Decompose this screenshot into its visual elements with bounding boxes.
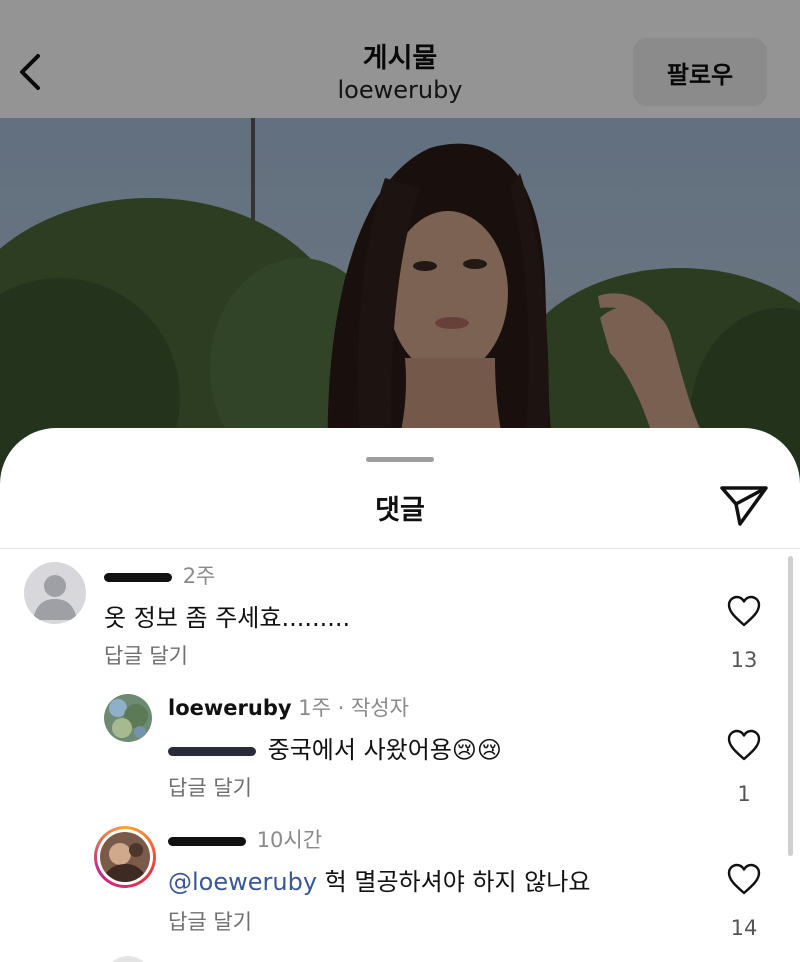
avatar-image (100, 832, 150, 882)
comments-sheet: 댓글 2주 옷 정보 좀 주세효......... 답글 달기 13 loewe… (0, 428, 800, 962)
author-badge: · 작성자 (337, 696, 409, 720)
mention-link[interactable]: @loeweruby (168, 868, 317, 896)
comment-meta: 10시간 (168, 824, 322, 854)
avatar[interactable] (104, 694, 152, 742)
comment-text: 중국에서 사왔어용😢😢 (168, 730, 502, 765)
comment-time: 10시간 (256, 828, 323, 852)
header-divider (0, 548, 800, 549)
avatar[interactable] (24, 562, 86, 624)
comment-meta: 2주 (104, 560, 215, 590)
comment-reply-item: loeweruby 1주 · 작성자 중국에서 사왔어용😢😢 답글 달기 1 (0, 692, 800, 806)
comment-body: 중국에서 사왔어용😢😢 (267, 736, 502, 764)
avatar-image (109, 699, 148, 738)
sheet-grabber[interactable] (366, 457, 434, 462)
comment-body: 헉 멸공하셔야 하지 않나요 (317, 868, 591, 896)
reply-button[interactable]: 답글 달기 (104, 640, 188, 670)
heart-outline-icon[interactable] (726, 728, 762, 762)
default-user-icon (33, 575, 77, 620)
modal-backdrop[interactable] (0, 0, 800, 500)
redacted-mention (168, 746, 256, 756)
like-count: 14 (730, 916, 758, 940)
comment-meta: loeweruby 1주 · 작성자 (168, 692, 409, 722)
story-ring-avatar[interactable] (94, 826, 156, 888)
comment-time: 1주 (298, 696, 331, 720)
redacted-username (168, 836, 246, 846)
redacted-username (104, 572, 172, 582)
like-count: 13 (730, 648, 758, 672)
comment-item: 2주 옷 정보 좀 주세효......... 답글 달기 13 (0, 560, 800, 672)
comment-time: 2주 (182, 564, 216, 588)
comment-text: 옷 정보 좀 주세효......... (104, 604, 351, 632)
comments-title: 댓글 (375, 495, 425, 526)
heart-outline-icon[interactable] (726, 594, 762, 628)
like-count: 1 (737, 782, 751, 806)
comment-reply-item: 10시간 @loeweruby 헉 멸공하셔야 하지 않나요 답글 달기 14 (0, 824, 800, 944)
comment-username[interactable]: loeweruby (168, 696, 292, 720)
paper-plane-icon[interactable] (718, 482, 770, 528)
reply-button[interactable]: 답글 달기 (168, 906, 252, 936)
avatar[interactable] (104, 956, 152, 962)
comment-text: @loeweruby 헉 멸공하셔야 하지 않나요 (168, 862, 590, 897)
heart-outline-icon[interactable] (726, 862, 762, 896)
reply-button[interactable]: 답글 달기 (168, 772, 252, 802)
